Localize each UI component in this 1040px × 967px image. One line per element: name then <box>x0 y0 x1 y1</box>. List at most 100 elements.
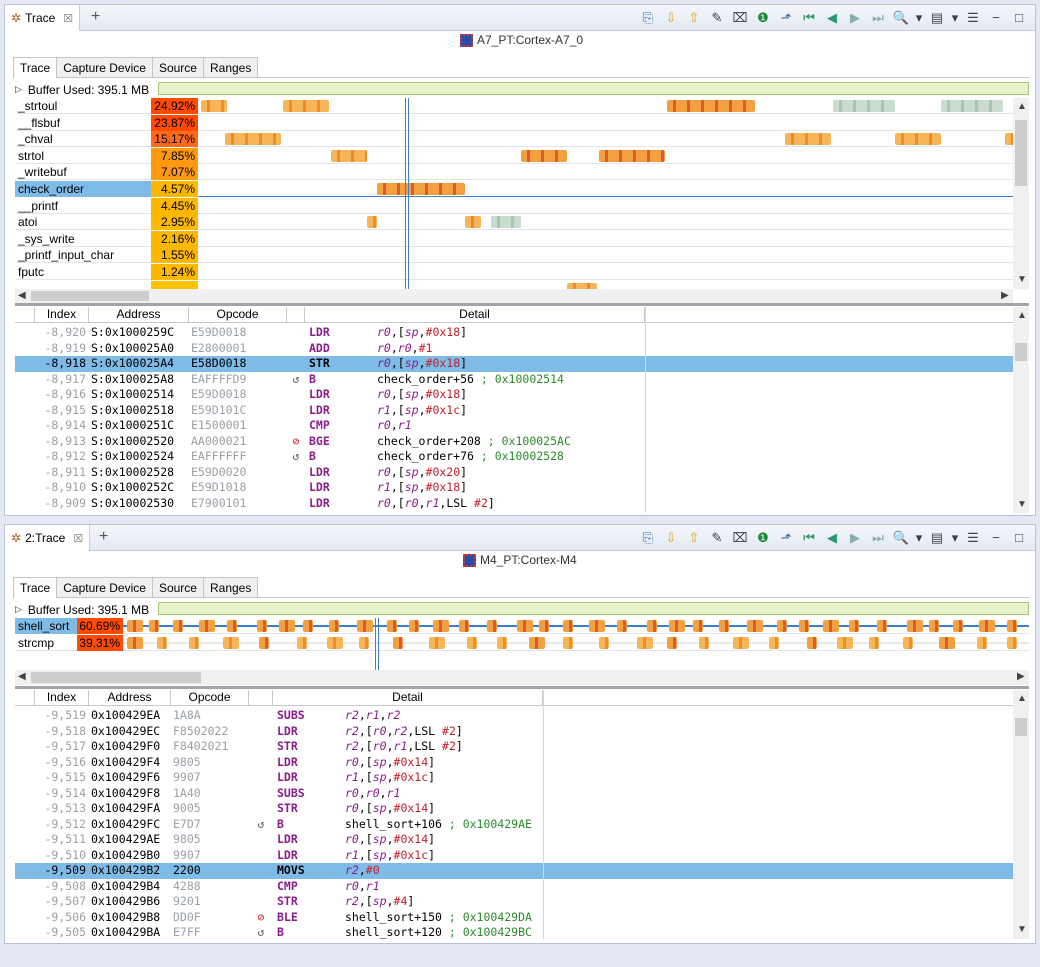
trace-segment[interactable] <box>327 636 343 649</box>
trace-segment[interactable] <box>367 216 377 229</box>
close-icon[interactable]: ☒ <box>73 532 83 545</box>
table-row[interactable]: -9,511 0x100429AE 9805 LDR r0,[sp,#0x14] <box>15 832 1013 848</box>
pen-icon[interactable]: ✎ <box>707 9 727 27</box>
trace-segment[interactable] <box>1005 133 1013 146</box>
menu-icon[interactable]: ☰ <box>963 529 983 547</box>
function-row[interactable]: _sys_write 2.16% <box>15 230 1013 247</box>
column-index[interactable]: Index <box>35 690 89 706</box>
function-row[interactable]: _chval 15.17% <box>15 131 1013 148</box>
trace-segment[interactable] <box>785 133 831 146</box>
trace-segment[interactable] <box>599 636 609 649</box>
dropdown-icon[interactable]: ▾ <box>950 9 960 27</box>
trace-segment[interactable] <box>429 636 445 649</box>
layout-icon[interactable]: ▤ <box>927 9 947 27</box>
table-row[interactable]: -8,914 S:0x1000251C E1500001 CMP r0,r1 <box>15 418 1013 434</box>
trace-segment[interactable] <box>563 636 573 649</box>
inner-tab-capture-device[interactable]: Capture Device <box>56 577 153 597</box>
splitter[interactable] <box>15 686 1029 689</box>
column-index[interactable]: Index <box>35 307 89 323</box>
function-row[interactable]: atoi 2.95% <box>15 214 1013 231</box>
trace-segment[interactable] <box>359 636 369 649</box>
view-tab-trace[interactable]: ✲ Trace ☒ <box>5 5 81 31</box>
horizontal-scrollbar[interactable]: ◀ ▶ <box>15 289 1013 303</box>
expand-icon[interactable]: ▷ <box>15 84 22 95</box>
table-row[interactable]: -9,518 0x100429EC F8502022 LDR r2,[r0,r2,LSL… <box>15 724 1013 740</box>
zoom-icon[interactable]: 🔍 <box>891 529 911 547</box>
clear-icon[interactable]: ⌧ <box>730 9 750 27</box>
trace-segment[interactable] <box>259 636 269 649</box>
column-address[interactable]: Address <box>89 690 171 706</box>
trace-segment[interactable] <box>465 216 481 229</box>
table-row[interactable]: -9,506 0x100429B8 DD0F ⊘ BLE shell_sort+150 ;… <box>15 910 1013 926</box>
trace-segment[interactable] <box>357 620 373 632</box>
trace-segment[interactable] <box>929 620 939 632</box>
menu-icon[interactable]: ☰ <box>963 9 983 27</box>
view-tab-trace-2[interactable]: ✲ 2:Trace ☒ <box>5 525 91 551</box>
column-detail[interactable]: Detail <box>305 307 645 323</box>
dropdown-icon[interactable]: ▾ <box>914 529 924 547</box>
inner-tab-ranges[interactable]: Ranges <box>202 577 259 597</box>
table-row[interactable]: -9,516 0x100429F4 9805 LDR r0,[sp,#0x14] <box>15 755 1013 771</box>
trace-segment[interactable] <box>563 620 573 632</box>
next-icon[interactable]: ▶ <box>845 9 865 27</box>
column-opcode[interactable]: Opcode <box>189 307 287 323</box>
step-up-icon[interactable]: ⇧ <box>684 9 704 27</box>
table-row[interactable]: -9,512 0x100429FC E7D7 ↺ Bshell_sort+106 ; 0… <box>15 817 1013 833</box>
prev-icon[interactable]: ◀ <box>822 529 842 547</box>
inner-tab-trace[interactable]: Trace <box>13 577 58 598</box>
function-row[interactable]: __printf 4.45% <box>15 197 1013 214</box>
trace-segment[interactable] <box>497 636 507 649</box>
trace-segment[interactable] <box>329 620 339 632</box>
add-view-icon[interactable]: + <box>99 529 108 545</box>
table-row[interactable]: -9,514 0x100429F8 1A40 SUBS r0,r0,r1 <box>15 786 1013 802</box>
last-icon[interactable]: ⏭ <box>868 529 888 547</box>
column-detail[interactable]: Detail <box>273 690 543 706</box>
inner-tab-trace[interactable]: Trace <box>13 57 58 78</box>
export-icon[interactable]: ⎘ <box>638 9 658 27</box>
step-up-icon[interactable]: ⇧ <box>684 529 704 547</box>
trace-segment[interactable] <box>777 620 787 632</box>
table-row[interactable]: -8,916 S:0x10002514 E59D0018 LDR r0,[sp,#0x1… <box>15 387 1013 403</box>
minimize-icon[interactable]: − <box>986 529 1006 547</box>
trace-segment[interactable] <box>377 183 465 195</box>
export-icon[interactable]: ⎘ <box>638 529 658 547</box>
trace-segment[interactable] <box>617 620 627 632</box>
table-scrollbar[interactable]: ▲ ▼ <box>1013 307 1029 513</box>
trace-segment[interactable] <box>823 620 839 632</box>
function-row[interactable]: shell_sort 60.69% <box>15 618 1029 634</box>
table-row[interactable]: -8,912 S:0x10002524 EAFFFFFF ↺ Bcheck_order+… <box>15 449 1013 465</box>
trace-segment[interactable] <box>517 620 533 632</box>
trace-segment[interactable] <box>279 620 295 632</box>
dropdown-icon[interactable]: ▾ <box>950 529 960 547</box>
trace-segment[interactable] <box>157 636 167 649</box>
trace-segment[interactable] <box>297 636 307 649</box>
trace-segment[interactable] <box>903 636 913 649</box>
pen-icon[interactable]: ✎ <box>707 529 727 547</box>
trace-segment[interactable] <box>387 620 397 632</box>
trace-segment[interactable] <box>669 620 685 632</box>
step-down-icon[interactable]: ⇩ <box>661 9 681 27</box>
trace-segment[interactable] <box>953 620 963 632</box>
inner-tab-source[interactable]: Source <box>151 57 204 77</box>
trace-segment[interactable] <box>637 636 653 649</box>
trace-segment[interactable] <box>433 620 449 632</box>
trace-segment[interactable] <box>199 620 215 632</box>
trace-segment[interactable] <box>409 620 419 632</box>
trace-segment[interactable] <box>283 100 329 112</box>
trace-segment[interactable] <box>907 620 923 632</box>
trace-segment[interactable] <box>1007 636 1017 649</box>
trace-segment[interactable] <box>977 636 987 649</box>
table-row[interactable]: -8,915 S:0x10002518 E59D101C LDR r1,[sp,#0x1… <box>15 403 1013 419</box>
inner-tab-capture-device[interactable]: Capture Device <box>56 57 153 77</box>
trace-segment[interactable] <box>303 620 313 632</box>
trace-segment[interactable] <box>667 636 677 649</box>
table-row[interactable]: -8,909 S:0x10002530 E7900101 LDR r0,[r0,r1,L… <box>15 496 1013 512</box>
first-icon[interactable]: ⏮ <box>799 529 819 547</box>
table-row[interactable]: -8,910 S:0x1000252C E59D1018 LDR r1,[sp,#0x1… <box>15 480 1013 496</box>
maximize-icon[interactable]: □ <box>1009 9 1029 27</box>
trace-segment[interactable] <box>877 620 887 632</box>
maximize-icon[interactable]: □ <box>1009 529 1029 547</box>
info-icon[interactable]: ❶ <box>753 529 773 547</box>
next-icon[interactable]: ▶ <box>845 529 865 547</box>
function-row[interactable]: strtol 7.85% <box>15 147 1013 164</box>
